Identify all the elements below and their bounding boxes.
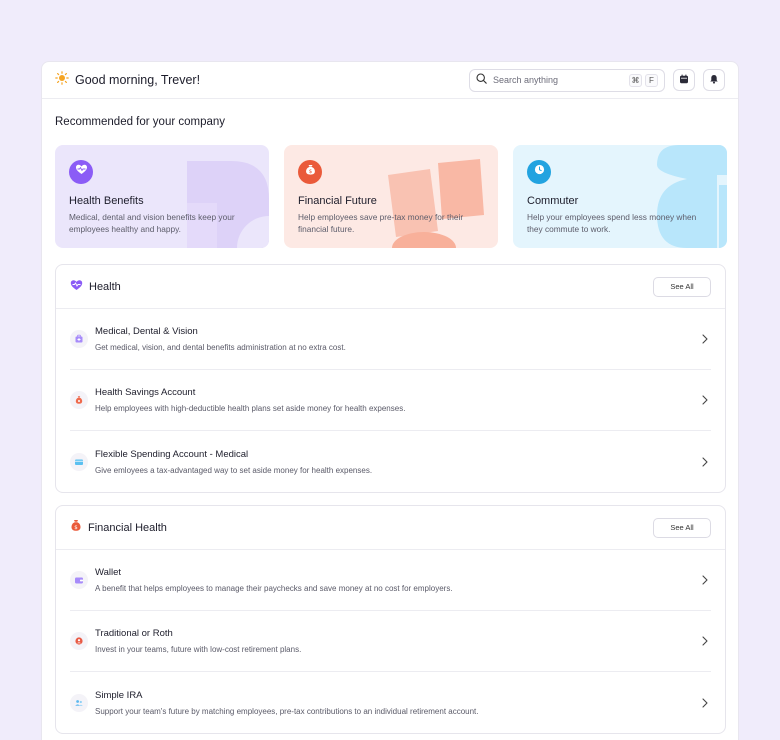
row-title: Simple IRA bbox=[95, 689, 143, 701]
sun-icon bbox=[55, 70, 69, 90]
section-header: $ Financial Health See All bbox=[56, 506, 725, 550]
row-title: Wallet bbox=[95, 567, 122, 578]
row-title: Health Savings Account bbox=[95, 387, 196, 398]
greeting: Good morning, Trever! bbox=[55, 70, 201, 90]
card-title: Commuter bbox=[527, 195, 579, 207]
card-description: Help your employees spend less money whe… bbox=[527, 212, 697, 234]
health-section: Health See All Medical, Dental & Vision … bbox=[55, 264, 726, 493]
benefit-row-simple-ira[interactable]: Simple IRA Support your team's future by… bbox=[70, 672, 711, 733]
chevron-right-icon bbox=[699, 575, 711, 585]
calendar-icon bbox=[679, 71, 689, 89]
search-icon bbox=[476, 71, 487, 89]
row-description: Support your team's future by matching e… bbox=[95, 706, 479, 716]
row-description: Get medical, vision, and dental benefits… bbox=[95, 343, 346, 352]
f-key: F bbox=[645, 73, 658, 87]
svg-text:$: $ bbox=[308, 169, 312, 175]
greeting-text: Good morning, Trever! bbox=[75, 73, 201, 87]
health-benefits-card[interactable]: Health Benefits Medical, dental and visi… bbox=[55, 145, 269, 248]
row-description: Invest in your teams, future with low-co… bbox=[95, 645, 302, 654]
benefit-row-wallet[interactable]: Wallet A benefit that helps employees to… bbox=[70, 550, 711, 611]
benefit-row-traditional-or-roth[interactable]: Traditional or Roth Invest in your teams… bbox=[70, 611, 711, 672]
notifications-button[interactable] bbox=[703, 69, 725, 91]
chevron-right-icon bbox=[699, 456, 711, 467]
row-description: A benefit that helps employees to manage… bbox=[95, 584, 453, 593]
see-all-button[interactable]: See All bbox=[653, 517, 711, 538]
financial-health-section: $ Financial Health See All Wallet A bene… bbox=[55, 505, 726, 734]
calendar-button[interactable] bbox=[673, 69, 695, 91]
chevron-right-icon bbox=[699, 636, 711, 646]
clock-badge bbox=[527, 160, 551, 184]
row-description: Help employees with high-deductible heal… bbox=[95, 404, 406, 413]
section-title: Financial Health bbox=[88, 521, 167, 534]
card-title: Health Benefits bbox=[69, 195, 144, 207]
money-bag-icon: $ bbox=[70, 519, 82, 537]
app-window: Good morning, Trever! ⌘ F bbox=[41, 61, 739, 740]
row-description: Give emloyees a tax-advantaged way to se… bbox=[95, 465, 373, 475]
recommended-heading: Recommended for your company bbox=[55, 116, 226, 128]
savings-icon bbox=[70, 391, 88, 409]
wallet-icon bbox=[70, 571, 88, 589]
chevron-right-icon bbox=[699, 395, 711, 405]
section-title: Health bbox=[89, 280, 121, 293]
benefit-row-medical-dental-vision[interactable]: Medical, Dental & Vision Get medical, vi… bbox=[70, 309, 711, 370]
financial-future-card[interactable]: $ Financial Future Help employees save p… bbox=[284, 145, 498, 248]
chevron-right-icon bbox=[699, 334, 711, 344]
row-title: Traditional or Roth bbox=[95, 628, 173, 639]
money-bag-icon: $ bbox=[304, 163, 317, 181]
benefit-row-flexible-spending-account[interactable]: Flexible Spending Account - Medical Give… bbox=[70, 431, 711, 492]
money-bag-badge: $ bbox=[298, 160, 322, 184]
search-shortcut: ⌘ F bbox=[629, 73, 658, 87]
chevron-right-icon bbox=[699, 697, 711, 708]
benefit-row-health-savings-account[interactable]: Health Savings Account Help employees wi… bbox=[70, 370, 711, 431]
see-all-button[interactable]: See All bbox=[653, 276, 711, 297]
clock-icon bbox=[533, 163, 546, 181]
recommended-cards: Health Benefits Medical, dental and visi… bbox=[55, 145, 727, 248]
row-title: Flexible Spending Account - Medical bbox=[95, 448, 249, 460]
heart-pulse-icon bbox=[70, 278, 83, 296]
card-description: Help employees save pre-tax money for th… bbox=[298, 212, 464, 234]
top-bar: Good morning, Trever! ⌘ F bbox=[42, 62, 738, 99]
heart-pulse-icon bbox=[75, 163, 88, 181]
card-title: Financial Future bbox=[298, 195, 377, 207]
search-box[interactable]: ⌘ F bbox=[469, 68, 665, 92]
card-icon bbox=[70, 452, 88, 471]
heart-pulse-badge bbox=[69, 160, 93, 184]
search-input[interactable] bbox=[493, 75, 623, 85]
svg-text:$: $ bbox=[74, 525, 78, 531]
section-header: Health See All bbox=[56, 265, 725, 309]
retirement-icon bbox=[70, 632, 88, 650]
bell-icon bbox=[709, 71, 719, 89]
medical-kit-icon bbox=[70, 330, 88, 348]
commuter-card[interactable]: Commuter Help your employees spend less … bbox=[513, 145, 727, 248]
people-icon bbox=[70, 693, 88, 712]
command-key: ⌘ bbox=[629, 73, 642, 87]
row-title: Medical, Dental & Vision bbox=[95, 326, 198, 337]
card-description: Medical, dental and vision benefits keep… bbox=[69, 212, 235, 234]
